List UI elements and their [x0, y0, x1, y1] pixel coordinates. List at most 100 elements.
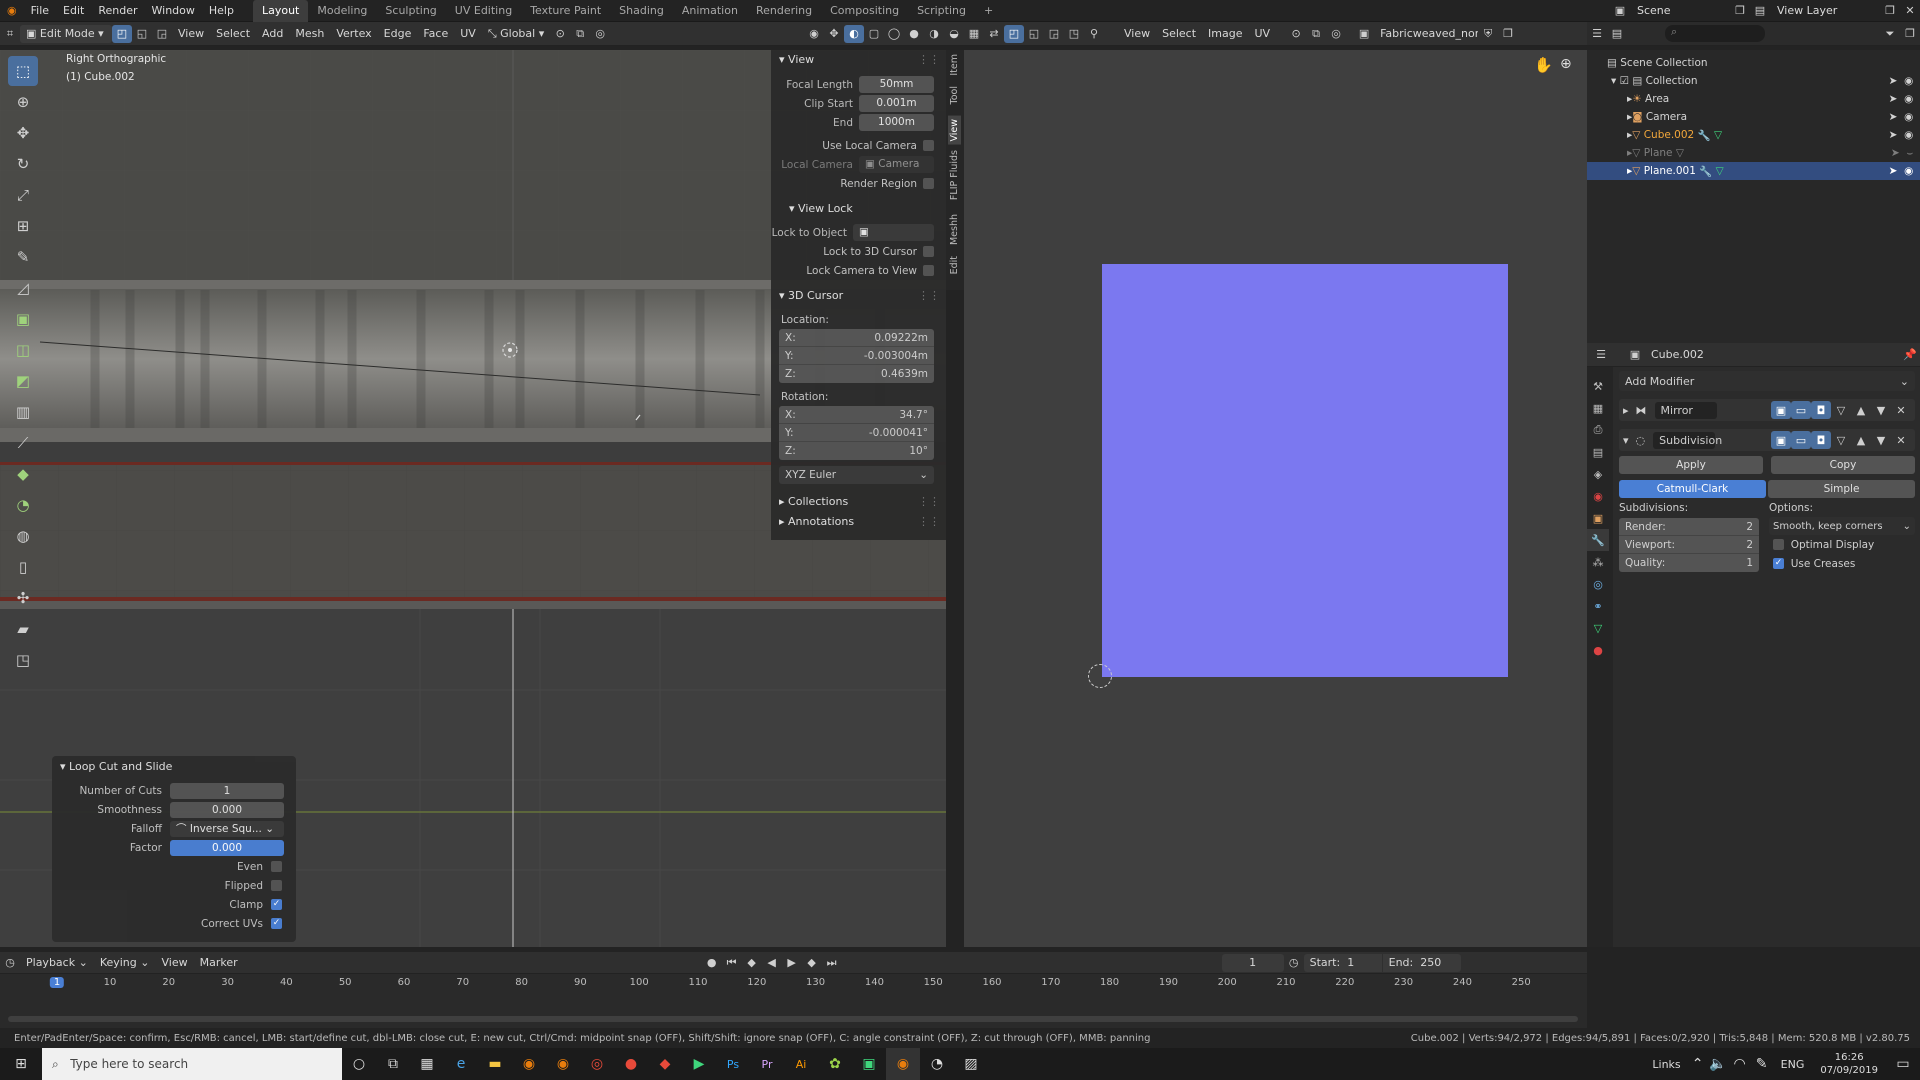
rendered-shading-icon[interactable]: ◒	[944, 25, 964, 43]
image-fake-user-icon[interactable]: ⛨	[1478, 25, 1498, 43]
outliner-item-plane001[interactable]: ▸ ▽ Plane.001 🔧 ▽ ➤ ◉	[1587, 162, 1920, 180]
collections-section-header[interactable]: ▸ Collections ⋮⋮	[771, 492, 946, 512]
view-layer-icon[interactable]: ▤	[1750, 2, 1770, 20]
modifier-tab-icon[interactable]: 🔧	[1587, 529, 1609, 551]
solid-shading-icon[interactable]: ●	[904, 25, 924, 43]
language-indicator[interactable]: ENG	[1773, 1058, 1813, 1071]
add-modifier-dropdown[interactable]: Add Modifier ⌄	[1619, 371, 1915, 391]
image-name-field[interactable]: Fabricweaved_nor...	[1374, 25, 1478, 43]
bevel-tool-icon[interactable]: ◩	[8, 366, 38, 396]
editmode-toggle-icon[interactable]: ▣	[1771, 431, 1791, 449]
tab-texture-paint[interactable]: Texture Paint	[521, 0, 610, 22]
cage-toggle-icon[interactable]: ▽	[1831, 431, 1851, 449]
tab-uv-editing[interactable]: UV Editing	[446, 0, 521, 22]
subdivision-modifier-header[interactable]: ▾ ◌ Subdivision ▣ ▭ ◘ ▽ ▲ ▼ ✕	[1619, 429, 1915, 451]
tab-flip-fluids[interactable]: FLIP Fluids	[949, 150, 960, 200]
proportional-edit-icon[interactable]: ◎	[590, 25, 610, 43]
uv-smooth-dropdown[interactable]: Smooth, keep corners ⌄	[1769, 517, 1915, 535]
select-arrow-icon[interactable]: ➤	[1889, 111, 1898, 123]
shrink-fatten-icon[interactable]: ✣	[8, 583, 38, 613]
select-arrow-icon[interactable]: ➤	[1889, 129, 1898, 141]
menu-window[interactable]: Window	[145, 0, 202, 22]
scene-copy-icon[interactable]: ❐	[1730, 2, 1750, 20]
tab-animation[interactable]: Animation	[673, 0, 747, 22]
correct-uvs-checkbox[interactable]: ✓	[271, 918, 282, 929]
optimal-display-checkbox[interactable]	[1773, 539, 1784, 550]
number-of-cuts-field[interactable]: 1	[170, 782, 284, 799]
photoshop-icon[interactable]: Ps	[716, 1048, 750, 1080]
sticky-select-icon[interactable]: ⚲	[1084, 25, 1104, 43]
scene-icon[interactable]: ▣	[1610, 2, 1630, 20]
select-box-icon[interactable]: ⬚	[8, 56, 38, 86]
uv-snap-icon[interactable]: ⧉	[1306, 25, 1326, 43]
chevron-up-icon[interactable]: ⌃	[1689, 1048, 1707, 1080]
lock-3d-cursor-checkbox[interactable]	[923, 246, 934, 257]
filter-icon[interactable]: ⏷	[1880, 25, 1900, 43]
properties-type-icon[interactable]: ☰	[1591, 346, 1611, 364]
app-circle-icon[interactable]: ◔	[920, 1048, 954, 1080]
uv-pivot-icon[interactable]: ⊙	[1286, 25, 1306, 43]
physics-tab-icon[interactable]: ◎	[1587, 573, 1609, 595]
edge-browser-icon[interactable]: e	[444, 1048, 478, 1080]
quality-field[interactable]: Quality: 1	[1619, 554, 1759, 572]
rotate-tool-icon[interactable]: ↻	[8, 149, 38, 179]
move-down-icon[interactable]: ▼	[1871, 431, 1891, 449]
object-tab-icon[interactable]: ▣	[1587, 507, 1609, 529]
start-frame-field[interactable]: Start: 1	[1303, 953, 1382, 972]
move-down-icon[interactable]: ▼	[1871, 401, 1891, 419]
clock[interactable]: 16:26 07/09/2019	[1812, 1051, 1886, 1077]
play-icon[interactable]: ▶	[782, 954, 802, 972]
tab-shading[interactable]: Shading	[610, 0, 673, 22]
visibility-icon[interactable]: ◉	[804, 25, 824, 43]
xray-icon[interactable]: ▢	[864, 25, 884, 43]
copy-button[interactable]: Copy	[1771, 456, 1915, 474]
use-local-camera-checkbox[interactable]	[923, 140, 934, 151]
select-arrow-icon[interactable]: ➤	[1891, 147, 1900, 159]
data-tab-icon[interactable]: ▽	[1587, 617, 1609, 639]
current-frame-field[interactable]: 1	[1221, 953, 1284, 972]
jump-start-icon[interactable]: ⏮	[722, 954, 742, 972]
view-layer-copy-icon[interactable]: ❐	[1880, 2, 1900, 20]
uv-vertex-select-icon[interactable]: ◰	[1004, 24, 1024, 43]
taskbar-links[interactable]: Links	[1652, 1058, 1688, 1071]
face-select-icon[interactable]: ◲	[152, 25, 172, 43]
flipped-checkbox[interactable]	[271, 880, 282, 891]
uv-proportional-icon[interactable]: ◎	[1326, 25, 1346, 43]
menu-vertex[interactable]: Vertex	[330, 25, 377, 43]
use-creases-checkbox[interactable]: ✓	[1773, 558, 1784, 569]
expand-arrow-icon[interactable]: ▸	[1623, 404, 1629, 417]
inset-tool-icon[interactable]: ◫	[8, 335, 38, 365]
particles-tab-icon[interactable]: ⁂	[1587, 551, 1609, 573]
rip-tool-icon[interactable]: ◳	[8, 645, 38, 675]
cursor-loc-y[interactable]: Y: -0.003004m	[779, 347, 934, 365]
zoom-icon[interactable]: ⊕	[1560, 56, 1572, 72]
eye-icon[interactable]: ◉	[1904, 111, 1913, 123]
cursor-loc-z[interactable]: Z: 0.4639m	[779, 365, 934, 383]
image-new-icon[interactable]: ❐	[1498, 25, 1518, 43]
new-collection-icon[interactable]: ❐	[1900, 25, 1920, 43]
cursor-tool-icon[interactable]: ⊕	[8, 87, 38, 117]
lock-to-object-field[interactable]: ▣	[853, 224, 934, 241]
outliner-item-cube[interactable]: ▸ ▽ Cube.002 🔧 ▽ ➤ ◉	[1587, 126, 1920, 144]
shear-tool-icon[interactable]: ▰	[8, 614, 38, 644]
img-menu-uv[interactable]: UV	[1249, 25, 1277, 43]
gizmo-icon[interactable]: ✥	[824, 25, 844, 43]
cursor-loc-x[interactable]: X: 0.09222m	[779, 329, 934, 347]
move-up-icon[interactable]: ▲	[1851, 401, 1871, 419]
pan-hand-icon[interactable]: ✋	[1534, 56, 1553, 74]
cage-toggle-icon[interactable]: ▽	[1831, 401, 1851, 419]
material-tab-icon[interactable]: ●	[1587, 639, 1609, 661]
loop-cut-header[interactable]: ▾ Loop Cut and Slide	[52, 756, 296, 778]
menu-uv[interactable]: UV	[454, 25, 482, 43]
uv-face-select-icon[interactable]: ◲	[1044, 25, 1064, 43]
cursor-rot-x[interactable]: X: 34.7°	[779, 406, 934, 424]
uv-sync-icon[interactable]: ⇄	[984, 25, 1004, 43]
img-menu-select[interactable]: Select	[1156, 25, 1202, 43]
taskbar-search[interactable]: ⌕ Type here to search	[42, 1048, 342, 1080]
cursor-rot-y[interactable]: Y: -0.000041°	[779, 424, 934, 442]
wireframe-shading-icon[interactable]: ◯	[884, 25, 904, 43]
render-toggle-icon[interactable]: ◘	[1811, 401, 1831, 419]
constraints-tab-icon[interactable]: ⚭	[1587, 595, 1609, 617]
clamp-checkbox[interactable]: ✓	[271, 899, 282, 910]
network-icon[interactable]: ◠	[1729, 1048, 1751, 1080]
